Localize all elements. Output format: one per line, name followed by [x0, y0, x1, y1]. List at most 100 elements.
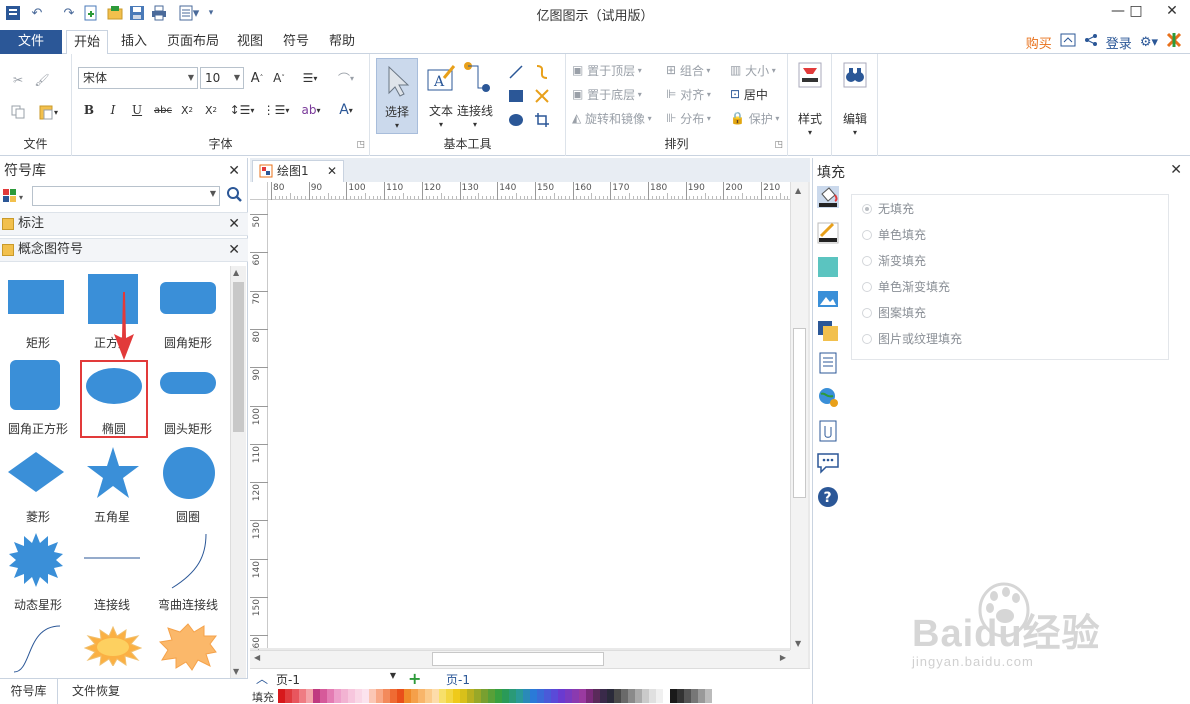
shape-burst-star[interactable]: 动态星形	[0, 528, 76, 614]
highlight-icon[interactable]: ab ▾	[296, 100, 326, 120]
login-link[interactable]: 登录	[1106, 33, 1132, 52]
color-swatch[interactable]	[523, 689, 530, 703]
color-swatch[interactable]	[341, 689, 348, 703]
color-swatch[interactable]	[481, 689, 488, 703]
maximize-button[interactable]: □	[1116, 0, 1156, 24]
color-swatch[interactable]	[656, 689, 663, 703]
hyperlink-globe-icon[interactable]	[817, 386, 839, 408]
file-menu[interactable]: 文件	[0, 30, 62, 54]
color-swatch[interactable]	[579, 689, 586, 703]
color-swatch[interactable]	[677, 689, 684, 703]
page-select[interactable]: 页-1 ▼	[276, 671, 396, 687]
style-button[interactable]: 样式 ▾	[789, 58, 831, 137]
size-button[interactable]: ▥ 大小 ▾	[730, 60, 776, 80]
tab-symbol-library[interactable]: 符号库	[0, 679, 58, 704]
tab-file-recovery[interactable]: 文件恢复	[60, 679, 132, 704]
color-swatch[interactable]	[278, 689, 285, 703]
tab-insert[interactable]: 插入	[114, 30, 154, 54]
bring-to-top-button[interactable]: ▣ 置于顶层 ▾	[572, 60, 642, 80]
underline-icon[interactable]: U	[128, 100, 146, 120]
drawing-canvas[interactable]	[268, 200, 790, 648]
bold-icon[interactable]: B	[80, 100, 98, 120]
color-swatch[interactable]	[614, 689, 621, 703]
color-swatch[interactable]	[544, 689, 551, 703]
superscript-icon[interactable]: X2	[202, 100, 220, 120]
color-swatch[interactable]	[551, 689, 558, 703]
font-name-select[interactable]: 宋体 ▼	[78, 67, 198, 89]
close-button[interactable]: ✕	[1152, 0, 1190, 24]
paste-icon[interactable]: ▾	[32, 102, 64, 122]
shape-pill-rectangle[interactable]: 圆头矩形	[150, 354, 226, 440]
color-swatch[interactable]	[432, 689, 439, 703]
color-swatch[interactable]	[572, 689, 579, 703]
library-close-icon[interactable]: ✕	[228, 158, 240, 184]
tab-view[interactable]: 视图	[230, 30, 270, 54]
category-close-icon[interactable]: ✕	[228, 239, 240, 261]
settings-gear-icon[interactable]: ⚙▾	[1140, 35, 1158, 50]
fill-option-pattern[interactable]: 图案填充	[862, 303, 926, 323]
italic-icon[interactable]: I	[104, 100, 122, 120]
distribute-button[interactable]: ⊪ 分布 ▾	[666, 108, 711, 128]
color-swatch[interactable]	[460, 689, 467, 703]
color-swatch[interactable]	[397, 689, 404, 703]
select-tool-button[interactable]: 选择 ▾	[376, 58, 418, 134]
color-swatch[interactable]	[698, 689, 705, 703]
line-style-icon[interactable]	[817, 222, 839, 244]
color-swatch[interactable]	[453, 689, 460, 703]
library-grid-icon[interactable]: ▾	[2, 188, 28, 207]
font-color-icon[interactable]: A ▾	[332, 100, 360, 120]
shape-connector-line[interactable]: 连接线	[74, 528, 150, 614]
color-swatch[interactable]	[404, 689, 411, 703]
color-swatch[interactable]	[439, 689, 446, 703]
shape-diamond[interactable]: 菱形	[0, 442, 76, 528]
color-swatch[interactable]	[607, 689, 614, 703]
color-swatch[interactable]	[565, 689, 572, 703]
cut-icon[interactable]: ✂	[8, 70, 28, 90]
color-swatch[interactable]	[600, 689, 607, 703]
page-properties-icon[interactable]	[817, 352, 839, 374]
strikethrough-icon[interactable]: abc	[152, 100, 174, 120]
color-swatch[interactable]	[467, 689, 474, 703]
protect-button[interactable]: 🔒 保护 ▾	[730, 108, 779, 128]
send-to-bottom-button[interactable]: ▣ 置于底层 ▾	[572, 84, 642, 104]
color-swatch[interactable]	[670, 689, 677, 703]
color-swatch[interactable]	[530, 689, 537, 703]
color-swatch[interactable]	[411, 689, 418, 703]
color-swatch[interactable]	[418, 689, 425, 703]
library-category-concept-map[interactable]: 概念图符号 ✕	[0, 238, 248, 262]
shape-rounded-square[interactable]: 圆角正方形	[0, 354, 76, 440]
curve-tool-icon[interactable]	[532, 62, 552, 82]
app-store-icon[interactable]	[1166, 32, 1182, 52]
share-icon[interactable]	[1084, 33, 1098, 51]
font-dialog-launcher-icon[interactable]: ◳	[356, 140, 365, 150]
tab-start[interactable]: 开始	[66, 30, 108, 55]
find-edit-button[interactable]: 编辑 ▾	[834, 58, 876, 137]
crosshair-tool-icon[interactable]	[532, 86, 552, 106]
shape-curved-connector[interactable]: 弯曲连接线	[150, 528, 226, 614]
color-swatch[interactable]	[369, 689, 376, 703]
color-swatch[interactable]	[362, 689, 369, 703]
arrange-dialog-launcher-icon[interactable]: ◳	[774, 140, 783, 150]
buy-link[interactable]: 购买	[1026, 33, 1052, 52]
shape-star[interactable]: 五角星	[74, 442, 150, 528]
shape-explosion-1[interactable]	[74, 614, 150, 674]
ellipse-tool-icon[interactable]	[506, 110, 526, 130]
color-swatch[interactable]	[705, 689, 712, 703]
comment-icon[interactable]	[817, 452, 839, 474]
color-swatch[interactable]	[621, 689, 628, 703]
paragraph-align-icon[interactable]: ☰ ▾	[296, 68, 324, 88]
tab-page-layout[interactable]: 页面布局	[162, 30, 224, 54]
document-tab-close-icon[interactable]: ✕	[327, 161, 337, 181]
color-swatch[interactable]	[537, 689, 544, 703]
color-swatch[interactable]	[691, 689, 698, 703]
color-swatch[interactable]	[355, 689, 362, 703]
subscript-icon[interactable]: X2	[178, 100, 196, 120]
color-swatch[interactable]	[509, 689, 516, 703]
color-swatch[interactable]	[348, 689, 355, 703]
share-window-icon[interactable]	[1060, 33, 1076, 51]
font-shrink-icon[interactable]: A ˅	[270, 68, 288, 88]
shape-rectangle[interactable]: 矩形	[0, 268, 76, 354]
fill-option-image-texture[interactable]: 图片或纹理填充	[862, 329, 962, 349]
color-swatches[interactable]	[278, 689, 718, 703]
shape-rounded-rectangle[interactable]: 圆角矩形	[150, 268, 226, 354]
